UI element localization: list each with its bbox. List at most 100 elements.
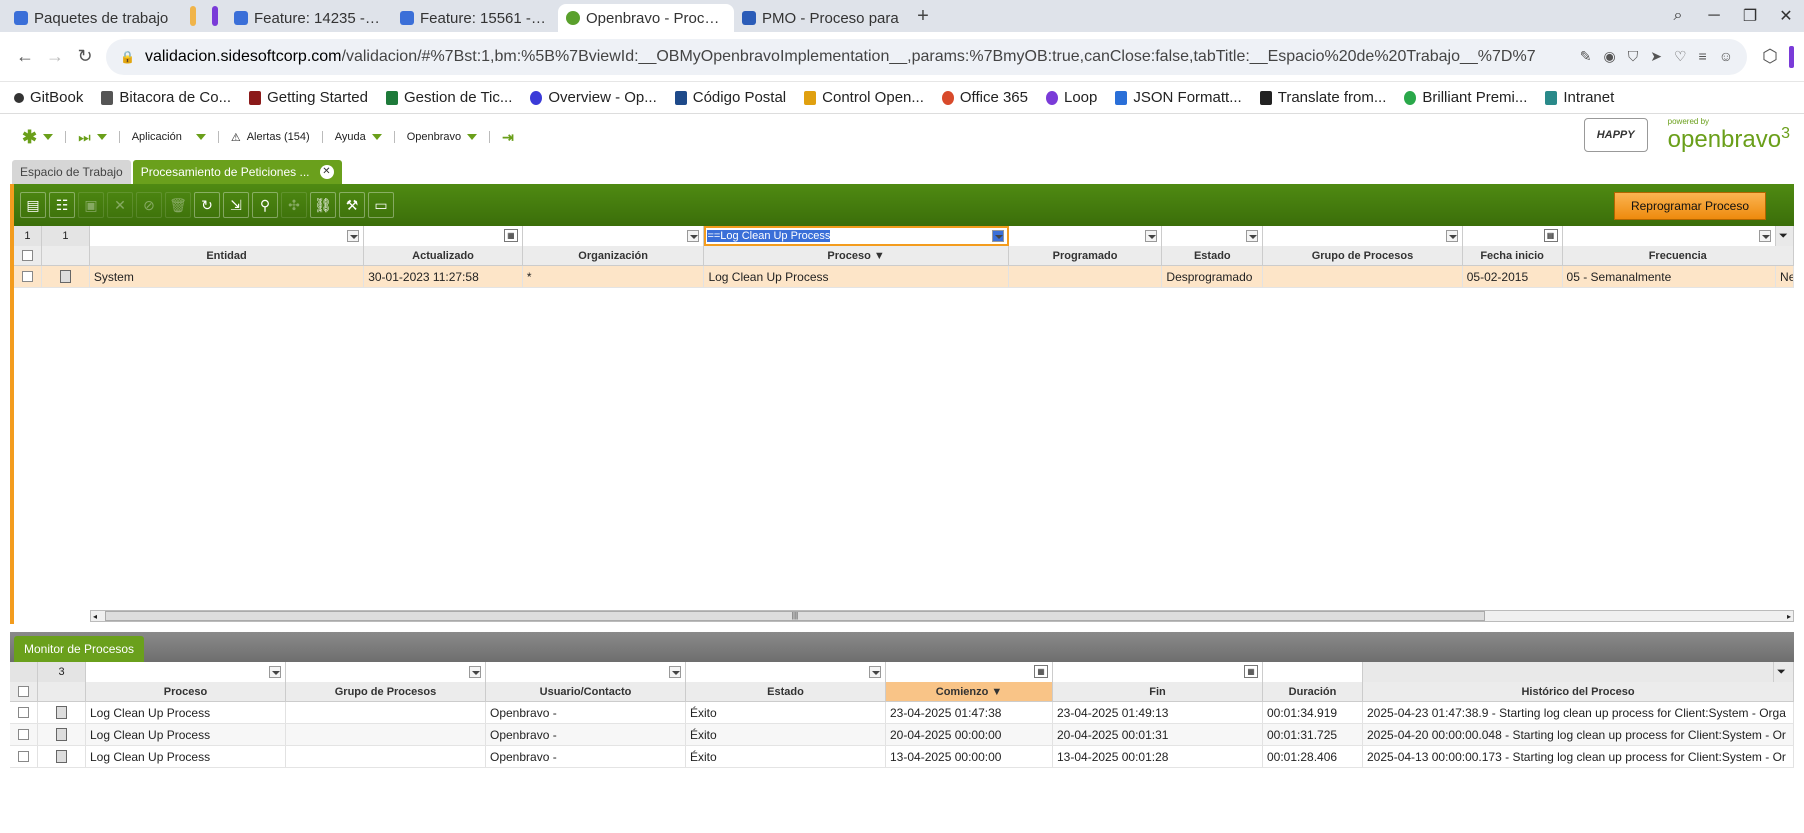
calendar-icon[interactable]: ▦ [1244,665,1258,678]
save-icon[interactable]: ▣ [78,192,104,218]
select-all-checkbox[interactable] [14,246,42,265]
dropdown-icon[interactable] [687,230,700,242]
filter-organizacion[interactable] [522,226,705,246]
header-historico[interactable]: Histórico del Proceso [1363,682,1794,701]
sidebar-marker[interactable] [1789,45,1794,68]
filter-actualizado[interactable]: ▦ [364,226,523,246]
header-duracion[interactable]: Duración [1263,682,1363,701]
dropdown-icon[interactable] [1145,230,1158,242]
header-proceso[interactable]: Proceso ▼ [704,246,1009,265]
profile-icon[interactable]: ☺ [1719,48,1733,65]
header-programado[interactable]: Programado [1009,246,1163,265]
scroll-left-icon[interactable]: ◂ [91,612,97,621]
application-menu[interactable]: Aplicación [132,131,206,143]
dropdown-icon[interactable] [991,230,1004,242]
filter-estado[interactable] [686,662,886,682]
header-frecuencia[interactable]: Frecuencia [1563,246,1794,265]
row-checkbox[interactable] [10,724,38,745]
header-usuario[interactable]: Usuario/Contacto [486,682,686,701]
heart-icon[interactable]: ♡ [1674,48,1687,65]
delete-icon[interactable]: 🗑 [165,192,191,218]
browser-tab[interactable]: Paquetes de trabajo [6,4,182,32]
scroll-right-icon[interactable]: ▸ [1787,612,1793,621]
filter-duracion[interactable] [1263,662,1363,682]
extensions-icon[interactable]: ⬡ [1755,46,1785,67]
dropdown-icon[interactable] [1246,230,1259,242]
header-comienzo[interactable]: Comienzo ▼ [886,682,1053,701]
filter-programado[interactable] [1008,226,1163,246]
tab-request-processing[interactable]: Procesamiento de Peticiones ... ✕ [132,160,342,184]
attachment-icon[interactable]: ⚲ [252,192,278,218]
table-row[interactable]: Log Clean Up Process Openbravo - Éxito 1… [10,746,1794,768]
quick-launch-menu[interactable]: ⏭ [78,129,107,146]
header-organizacion[interactable]: Organización [523,246,705,265]
document-icon[interactable] [38,702,86,723]
filter-comienzo[interactable]: ▦ [886,662,1053,682]
browser-tab-active[interactable]: Openbravo - Proceso [558,4,734,32]
browser-tab[interactable]: Feature: 14235 - Des [226,4,392,32]
filter-grupo[interactable] [286,662,486,682]
select-all-checkbox[interactable] [10,682,38,701]
minimize-icon[interactable]: ─ [1696,7,1732,25]
bookmark[interactable]: Overview - Op... [530,89,657,106]
browser-tab[interactable]: Feature: 15561 - BUG [392,4,558,32]
header-proceso[interactable]: Proceso [86,682,286,701]
url-field[interactable]: 🔒 validacion.sidesoftcorp.com/validacion… [106,38,1747,75]
link-icon[interactable]: ⛓ [310,192,336,218]
header-entidad[interactable]: Entidad [90,246,365,265]
filter-proceso[interactable]: ==Log Clean Up Process [704,226,1009,246]
refresh-icon[interactable]: ↻ [194,192,220,218]
row-checkbox[interactable] [14,266,42,287]
bookmark[interactable]: Código Postal [674,89,786,106]
camera-icon[interactable]: ◉ [1604,48,1616,65]
table-row[interactable]: Log Clean Up Process Openbravo - Éxito 2… [10,702,1794,724]
document-icon[interactable] [38,724,86,745]
reprogram-process-button[interactable]: Reprogramar Proceso [1613,192,1766,220]
document-icon[interactable] [38,746,86,767]
new-row-icon[interactable]: ☷ [49,192,75,218]
row-checkbox[interactable] [10,702,38,723]
filter-fecha-inicio[interactable]: ▦ [1462,226,1563,246]
dropdown-icon[interactable] [1759,230,1772,242]
bookmark[interactable]: Office 365 [941,89,1028,106]
close-icon[interactable]: ✕ [1768,6,1804,26]
funnel-icon[interactable]: ⏷ [1774,662,1794,682]
send-icon[interactable]: ➤ [1650,48,1662,65]
grid-view-icon[interactable]: ▭ [368,192,394,218]
header-estado[interactable]: Estado [686,682,886,701]
dropdown-icon[interactable] [869,666,881,678]
calendar-icon[interactable]: ▦ [503,229,518,242]
bookmark[interactable]: Getting Started [249,89,368,106]
search-tabs-icon[interactable]: ⌕ [1660,7,1696,25]
tab-monitor-procesos[interactable]: Monitor de Procesos [14,636,145,662]
filter-frecuencia[interactable] [1562,226,1777,246]
bookmark[interactable]: Bitacora de Co... [101,89,231,106]
bookmark[interactable]: Loop [1045,89,1097,106]
tree-icon[interactable]: ⚒ [339,192,365,218]
bookmark[interactable]: Gestion de Tic... [386,89,512,106]
new-document-icon[interactable]: ▤ [20,192,46,218]
help-menu[interactable]: Ayuda [335,131,382,143]
new-tab-button[interactable]: + [910,5,936,28]
filter-grupo[interactable] [1263,226,1463,246]
filter-estado[interactable] [1162,226,1264,246]
tab-workspace[interactable]: Espacio de Trabajo [12,160,131,184]
dropdown-icon[interactable] [469,666,481,678]
bookmark[interactable]: Brilliant Premi... [1404,89,1527,106]
dropdown-icon[interactable] [347,230,360,242]
tab-group-marker[interactable] [190,6,196,26]
openbravo-user-menu[interactable]: Openbravo [407,131,478,143]
bookmark[interactable]: GitBook [14,89,83,106]
header-estado[interactable]: Estado [1162,246,1264,265]
document-icon[interactable] [42,266,90,287]
back-icon[interactable]: ← [10,46,40,67]
dropdown-icon[interactable] [669,666,681,678]
reload-icon[interactable]: ↻ [70,46,100,67]
row-checkbox[interactable] [10,746,38,767]
browser-tab[interactable]: PMO - Proceso para [734,4,910,32]
close-tab-icon[interactable]: ✕ [319,165,334,179]
bookmark[interactable]: Translate from... [1259,89,1386,106]
alerts-link[interactable]: ⚠ Alertas (154) [231,131,310,144]
logout-button[interactable]: ⇥ [502,129,514,146]
horizontal-scrollbar[interactable]: ◂ ||| ▸ [90,610,1794,622]
